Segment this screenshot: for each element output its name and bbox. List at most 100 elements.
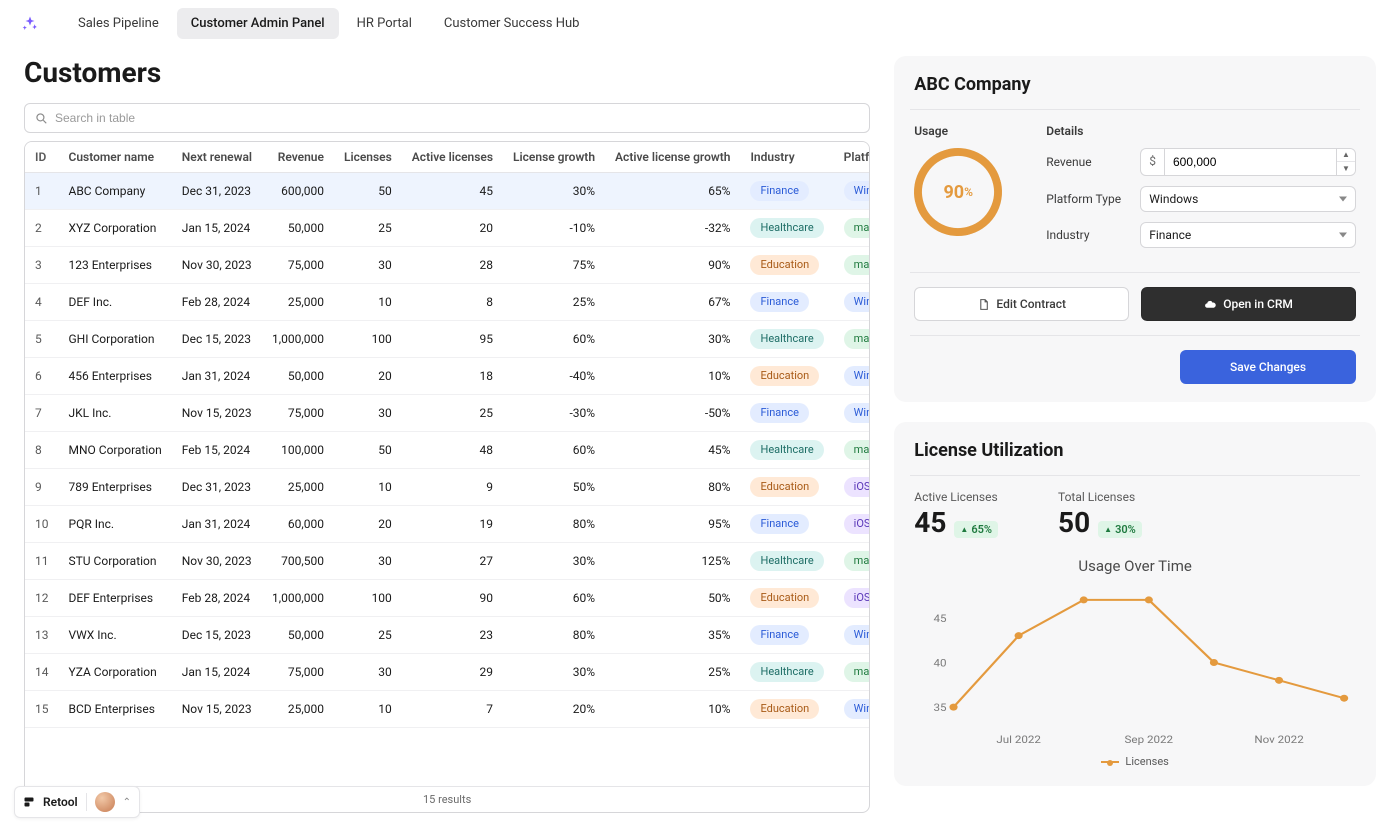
badge: Education bbox=[750, 255, 819, 275]
col-revenue[interactable]: Revenue bbox=[262, 142, 334, 173]
cell-revenue: 50,000 bbox=[262, 210, 334, 247]
open-crm-button[interactable]: Open in CRM bbox=[1141, 287, 1356, 321]
cell-name: DEF Inc. bbox=[59, 284, 172, 321]
cell-active-licenses: 28 bbox=[402, 247, 503, 284]
cell-license-growth: 30% bbox=[503, 173, 605, 210]
table-row[interactable]: 2XYZ CorporationJan 15, 202450,0002520-1… bbox=[25, 210, 869, 247]
industry-label: Industry bbox=[1046, 228, 1130, 242]
cell-id: 8 bbox=[25, 432, 59, 469]
table-row[interactable]: 8MNO CorporationFeb 15, 2024100,00050486… bbox=[25, 432, 869, 469]
cell-renewal: Feb 15, 2024 bbox=[172, 432, 262, 469]
table-row[interactable]: 11STU CorporationNov 30, 2023700,5003027… bbox=[25, 543, 869, 580]
cell-name: YZA Corporation bbox=[59, 654, 172, 691]
platform-type-select[interactable]: Windows bbox=[1140, 186, 1356, 212]
col-id[interactable]: ID bbox=[25, 142, 59, 173]
chevron-up-icon[interactable]: ⌃ bbox=[123, 797, 131, 808]
table-row[interactable]: 6456 EnterprisesJan 31, 202450,0002018-4… bbox=[25, 358, 869, 395]
cell-active-licenses: 25 bbox=[402, 395, 503, 432]
cell-license-growth: 80% bbox=[503, 506, 605, 543]
badge: Windows bbox=[844, 403, 870, 423]
table-row[interactable]: 10PQR Inc.Jan 31, 202460,000201980%95%Fi… bbox=[25, 506, 869, 543]
cell-name: 789 Enterprises bbox=[59, 469, 172, 506]
revenue-input[interactable] bbox=[1164, 148, 1336, 176]
nav-tab[interactable]: Sales Pipeline bbox=[64, 8, 173, 39]
cell-active-licenses: 23 bbox=[402, 617, 503, 654]
cell-active-license-growth: 80% bbox=[605, 469, 740, 506]
cell-id: 10 bbox=[25, 506, 59, 543]
table-row[interactable]: 5GHI CorporationDec 15, 20231,000,000100… bbox=[25, 321, 869, 358]
retool-badge[interactable]: Retool ⌃ bbox=[14, 786, 140, 818]
save-changes-label: Save Changes bbox=[1230, 360, 1306, 374]
col-active-license-growth[interactable]: Active license growth bbox=[605, 142, 740, 173]
revenue-input-group: $ ▲ ▼ bbox=[1140, 148, 1356, 176]
svg-text:35: 35 bbox=[934, 702, 947, 714]
table-row[interactable]: 12DEF EnterprisesFeb 28, 20241,000,00010… bbox=[25, 580, 869, 617]
edit-contract-button[interactable]: Edit Contract bbox=[914, 287, 1129, 321]
cloud-icon bbox=[1204, 298, 1217, 311]
cell-renewal: Jan 15, 2024 bbox=[172, 210, 262, 247]
nav-tab[interactable]: Customer Admin Panel bbox=[177, 8, 339, 39]
badge: Finance bbox=[750, 625, 808, 645]
cell-licenses: 30 bbox=[334, 543, 402, 580]
cell-active-license-growth: 95% bbox=[605, 506, 740, 543]
table-row[interactable]: 3123 EnterprisesNov 30, 202375,000302875… bbox=[25, 247, 869, 284]
table-row[interactable]: 9789 EnterprisesDec 31, 202325,00010950%… bbox=[25, 469, 869, 506]
col-platform[interactable]: Platform bbox=[834, 142, 870, 173]
col-renewal[interactable]: Next renewal bbox=[172, 142, 262, 173]
cell-id: 3 bbox=[25, 247, 59, 284]
nav-tab[interactable]: HR Portal bbox=[343, 8, 426, 39]
table-row[interactable]: 14YZA CorporationJan 15, 202475,00030293… bbox=[25, 654, 869, 691]
cell-active-licenses: 48 bbox=[402, 432, 503, 469]
cell-active-licenses: 19 bbox=[402, 506, 503, 543]
cell-revenue: 1,000,000 bbox=[262, 321, 334, 358]
table-row[interactable]: 4DEF Inc.Feb 28, 202425,00010825%67%Fina… bbox=[25, 284, 869, 321]
badge: Healthcare bbox=[750, 218, 823, 238]
cell-license-growth: 25% bbox=[503, 284, 605, 321]
table-row[interactable]: 7JKL Inc.Nov 15, 202375,0003025-30%-50%F… bbox=[25, 395, 869, 432]
table-row[interactable]: 13VWX Inc.Dec 15, 202350,000252380%35%Fi… bbox=[25, 617, 869, 654]
badge: macOS bbox=[844, 329, 870, 349]
svg-text:45: 45 bbox=[934, 613, 947, 625]
total-licenses-metric: Total Licenses 50 30% bbox=[1058, 490, 1142, 539]
col-name[interactable]: Customer name bbox=[59, 142, 172, 173]
badge: Finance bbox=[750, 181, 808, 201]
cell-licenses: 20 bbox=[334, 506, 402, 543]
col-active-licenses[interactable]: Active licenses bbox=[402, 142, 503, 173]
badge: iOS bbox=[844, 588, 870, 608]
cell-licenses: 25 bbox=[334, 617, 402, 654]
revenue-step-down[interactable]: ▼ bbox=[1337, 162, 1355, 175]
company-title: ABC Company bbox=[914, 74, 1356, 95]
cell-active-license-growth: 67% bbox=[605, 284, 740, 321]
cell-id: 11 bbox=[25, 543, 59, 580]
revenue-step-up[interactable]: ▲ bbox=[1337, 149, 1355, 162]
cell-name: XYZ Corporation bbox=[59, 210, 172, 247]
badge: Windows bbox=[844, 699, 870, 719]
company-panel: ABC Company Usage 90% Details bbox=[894, 56, 1376, 402]
user-avatar[interactable] bbox=[95, 792, 115, 812]
usage-label: Usage bbox=[914, 124, 1014, 138]
col-licenses[interactable]: Licenses bbox=[334, 142, 402, 173]
active-licenses-label: Active Licenses bbox=[914, 490, 998, 504]
total-licenses-value: 50 bbox=[1058, 506, 1090, 539]
col-license-growth[interactable]: License growth bbox=[503, 142, 605, 173]
badge: macOS bbox=[844, 551, 870, 571]
nav-tab[interactable]: Customer Success Hub bbox=[430, 8, 594, 39]
cell-name: ABC Company bbox=[59, 173, 172, 210]
cell-license-growth: 60% bbox=[503, 580, 605, 617]
cell-license-growth: 60% bbox=[503, 432, 605, 469]
industry-select[interactable]: Finance bbox=[1140, 222, 1356, 248]
save-changes-button[interactable]: Save Changes bbox=[1180, 350, 1356, 384]
badge: Education bbox=[750, 366, 819, 386]
currency-prefix: $ bbox=[1140, 148, 1164, 176]
cell-active-license-growth: -32% bbox=[605, 210, 740, 247]
col-industry[interactable]: Industry bbox=[740, 142, 833, 173]
cell-industry: Education bbox=[740, 691, 833, 728]
table-row[interactable]: 1ABC CompanyDec 31, 2023600,000504530%65… bbox=[25, 173, 869, 210]
cell-active-license-growth: 50% bbox=[605, 580, 740, 617]
cell-renewal: Jan 15, 2024 bbox=[172, 654, 262, 691]
cell-renewal: Nov 15, 2023 bbox=[172, 395, 262, 432]
cell-active-licenses: 7 bbox=[402, 691, 503, 728]
search-input[interactable] bbox=[24, 103, 870, 133]
table-row[interactable]: 15BCD EnterprisesNov 15, 202325,00010720… bbox=[25, 691, 869, 728]
cell-id: 14 bbox=[25, 654, 59, 691]
